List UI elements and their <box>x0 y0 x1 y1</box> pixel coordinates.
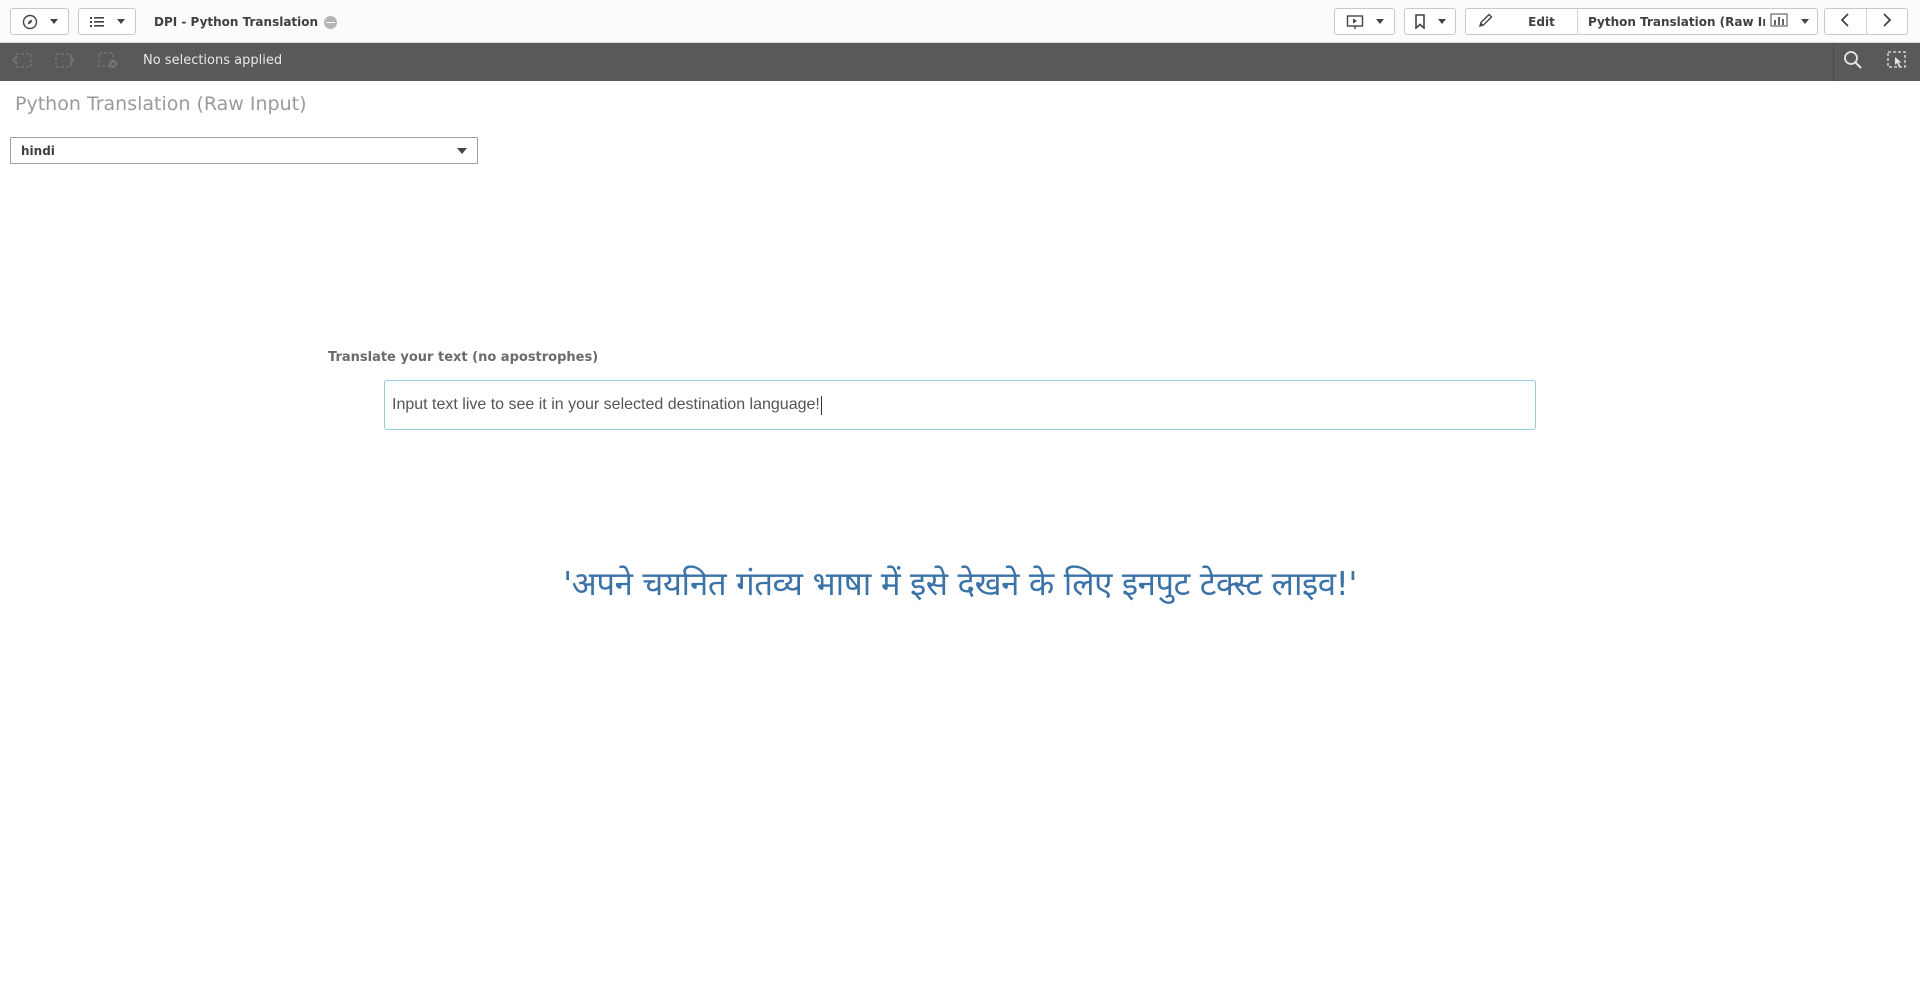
compass-icon <box>22 14 38 30</box>
chart-icon <box>1770 12 1788 31</box>
chevron-down-icon <box>49 19 58 24</box>
selection-tool-button[interactable] <box>1885 51 1909 73</box>
text-cursor <box>820 395 822 415</box>
selection-bar-divider <box>1833 43 1834 81</box>
selection-status: No selections applied <box>143 53 283 68</box>
sheets-list-button[interactable] <box>78 8 136 35</box>
previous-sheet-button[interactable] <box>1825 9 1866 34</box>
story-button[interactable] <box>1334 8 1395 35</box>
app-title: DPI - Python Translation <box>154 13 338 31</box>
translate-input-label: Translate your text (no apostrophes) <box>328 350 599 365</box>
edit-sheet-group: Edit Python Translation (Raw Inp... <box>1465 8 1818 35</box>
edit-button[interactable]: Edit <box>1506 9 1578 34</box>
top-toolbar: DPI - Python Translation Edit Python Tra… <box>0 0 1920 43</box>
edit-icon-button[interactable] <box>1466 9 1506 34</box>
step-back-icon <box>11 51 33 73</box>
sheet-type-indicator <box>1765 9 1793 34</box>
translation-output: 'अपने चयनित गंतव्य भाषा में इसे देखने के… <box>563 564 1357 603</box>
chevron-down-icon <box>1801 19 1809 24</box>
language-dropdown-value: hindi <box>21 143 55 158</box>
translate-text-input[interactable]: Input text live to see it in your select… <box>384 380 1536 430</box>
bookmark-icon <box>1414 14 1426 29</box>
published-icon <box>324 15 338 29</box>
chevron-left-icon <box>1840 12 1850 31</box>
clear-selections-button[interactable] <box>96 51 120 73</box>
dropdown-arrow-icon <box>457 148 467 154</box>
current-sheet-name[interactable]: Python Translation (Raw Inp... <box>1578 9 1765 34</box>
chevron-down-icon <box>1375 19 1384 24</box>
chevron-down-icon <box>117 19 125 24</box>
search-icon <box>1843 50 1863 74</box>
next-sheet-button[interactable] <box>1865 9 1908 34</box>
selection-tool-icon <box>1886 50 1908 74</box>
step-forward-button[interactable] <box>53 51 77 73</box>
selections-bar: No selections applied <box>0 43 1920 81</box>
clear-selections-icon <box>97 51 119 73</box>
app-title-text: DPI - Python Translation <box>154 15 319 29</box>
bookmarks-button[interactable] <box>1404 8 1456 35</box>
presentation-icon <box>1346 14 1364 30</box>
search-button[interactable] <box>1841 51 1865 73</box>
language-dropdown[interactable]: hindi <box>10 137 478 164</box>
translate-input-value: Input text live to see it in your select… <box>392 396 820 413</box>
navigation-menu-button[interactable] <box>10 8 69 35</box>
pencil-icon <box>1478 12 1494 32</box>
chevron-right-icon <box>1882 12 1892 31</box>
chevron-down-icon <box>1438 19 1446 24</box>
list-icon <box>89 15 105 29</box>
step-forward-icon <box>54 51 76 73</box>
step-back-button[interactable] <box>10 51 34 73</box>
sheet-navigation <box>1824 8 1908 35</box>
sheet-menu-dropdown[interactable] <box>1793 9 1817 34</box>
sheet-title: Python Translation (Raw Input) <box>15 93 307 115</box>
